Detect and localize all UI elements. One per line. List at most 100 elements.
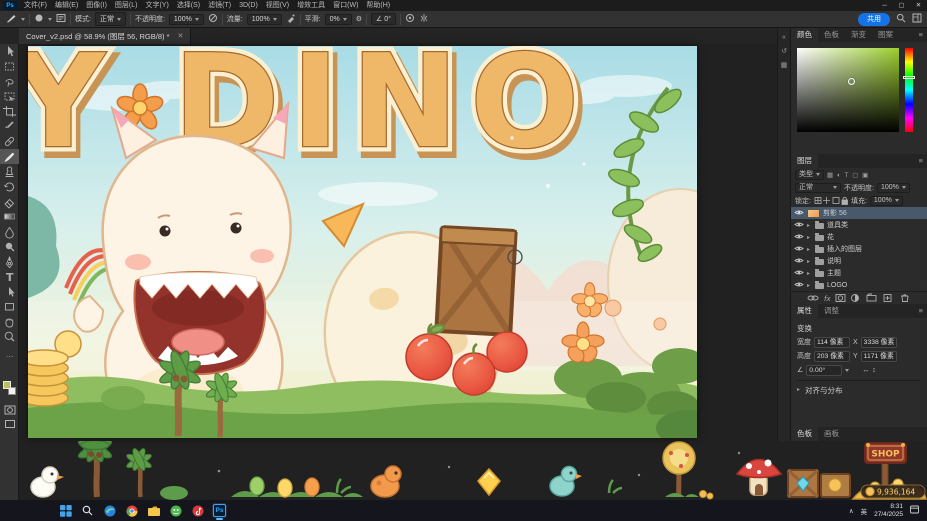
layer-group-row[interactable]: ▸ 花 bbox=[791, 231, 927, 243]
visibility-eye-icon[interactable] bbox=[794, 221, 804, 230]
asset-sprite-strip[interactable]: SHOP 9,936,164 bbox=[19, 441, 927, 500]
wechat-icon[interactable] bbox=[168, 503, 183, 518]
zoom-tool-icon[interactable] bbox=[5, 332, 14, 341]
history-panel-icon[interactable]: ↺ bbox=[778, 47, 790, 55]
layer-thumbnail[interactable] bbox=[807, 209, 820, 218]
path-selection-tool-icon[interactable] bbox=[9, 287, 15, 297]
group-expand-chevron[interactable]: ▸ bbox=[807, 246, 812, 253]
pasteboard[interactable]: Y DINO Y DINO Y DINO bbox=[19, 44, 777, 441]
input-language-indicator[interactable]: 英 bbox=[861, 506, 868, 516]
visibility-eye-icon[interactable] bbox=[794, 233, 804, 242]
menu-image[interactable]: 图像(I) bbox=[82, 0, 111, 11]
tab-patterns[interactable]: 图案 bbox=[872, 28, 899, 42]
foreground-color-swatch[interactable] bbox=[3, 381, 11, 389]
file-explorer-icon[interactable] bbox=[146, 503, 161, 518]
hue-slider-marker[interactable] bbox=[903, 76, 915, 79]
tray-chevron-icon[interactable]: ∧ bbox=[849, 507, 854, 515]
height-field[interactable]: 203 像素 bbox=[814, 351, 850, 362]
workspace-switcher-icon[interactable] bbox=[912, 13, 922, 25]
share-button[interactable]: 共用 bbox=[858, 13, 890, 26]
move-tool-icon[interactable] bbox=[8, 46, 14, 56]
smoothing-gear-icon[interactable]: ⚙ bbox=[356, 15, 362, 23]
close-button[interactable]: ✕ bbox=[910, 0, 927, 11]
history-brush-tool-icon[interactable] bbox=[4, 183, 13, 191]
x-field[interactable]: 3338 像素 bbox=[861, 337, 897, 348]
tab-properties[interactable]: 属性 bbox=[791, 304, 818, 318]
document-tab[interactable]: Cover_v2.psd @ 58.9% (图层 56, RGB/8) * ✕ bbox=[19, 28, 191, 44]
visibility-eye-icon[interactable] bbox=[794, 257, 804, 266]
layer-group-row[interactable]: ▸ LOGO bbox=[791, 279, 927, 291]
dodge-tool-icon[interactable] bbox=[6, 243, 14, 251]
align-section-chevron[interactable]: ▸ bbox=[797, 384, 802, 397]
group-expand-chevron[interactable]: ▸ bbox=[807, 258, 812, 265]
menu-plugins[interactable]: 增效工具 bbox=[293, 0, 329, 11]
flip-horizontal-icon[interactable]: ↔ bbox=[862, 367, 869, 374]
tab-gradients[interactable]: 渐变 bbox=[845, 28, 872, 42]
layer-group-row[interactable]: ▸ 说明 bbox=[791, 255, 927, 267]
menu-file[interactable]: 文件(F) bbox=[20, 0, 51, 11]
tab-swatches[interactable]: 色板 bbox=[818, 28, 845, 42]
angle-field[interactable]: 0.00° bbox=[806, 365, 842, 376]
group-expand-chevron[interactable]: ▸ bbox=[807, 234, 812, 241]
minimize-button[interactable]: ─ bbox=[876, 0, 893, 11]
photoshop-taskbar-icon[interactable]: Ps bbox=[212, 503, 227, 518]
tool-preset-icon[interactable] bbox=[5, 13, 17, 26]
object-selection-tool-icon[interactable] bbox=[5, 93, 14, 101]
airbrush-icon[interactable] bbox=[286, 13, 296, 25]
menu-window[interactable]: 窗口(W) bbox=[329, 0, 362, 11]
tab-swatches-bottom[interactable]: 色板 bbox=[791, 427, 818, 441]
group-expand-chevron[interactable]: ▸ bbox=[807, 282, 812, 289]
healing-brush-tool-icon[interactable] bbox=[5, 137, 15, 147]
edge-browser-icon[interactable] bbox=[102, 503, 117, 518]
menu-type[interactable]: 文字(Y) bbox=[141, 0, 172, 11]
taskbar-clock[interactable]: 8:31 27/4/2025 bbox=[874, 503, 903, 518]
visibility-eye-icon[interactable] bbox=[794, 269, 804, 278]
crop-tool-icon[interactable] bbox=[3, 106, 16, 117]
mode-select[interactable]: 正常 bbox=[95, 12, 126, 26]
layer-group-row[interactable]: ▸ 插入的图层 bbox=[791, 243, 927, 255]
collapse-panels-icon[interactable]: « bbox=[778, 34, 790, 41]
clone-stamp-tool-icon[interactable] bbox=[6, 167, 14, 177]
y-field[interactable]: 1171 像素 bbox=[861, 351, 897, 362]
lasso-tool-icon[interactable] bbox=[6, 80, 13, 87]
layers-footer-icons[interactable]: fx bbox=[805, 293, 923, 303]
pressure-size-icon[interactable] bbox=[405, 13, 415, 25]
notification-center-icon[interactable] bbox=[910, 505, 919, 516]
flip-vertical-icon[interactable]: ↕ bbox=[872, 367, 876, 374]
properties-panel-menu-icon[interactable]: ≡ bbox=[915, 304, 927, 318]
tab-layers[interactable]: 图层 bbox=[791, 154, 818, 168]
layers-panel-menu-icon[interactable]: ≡ bbox=[915, 154, 927, 168]
menu-view[interactable]: 视图(V) bbox=[262, 0, 293, 11]
width-field[interactable]: 114 像素 bbox=[814, 337, 850, 348]
smoothing-select[interactable]: 0% bbox=[325, 14, 352, 25]
screen-mode-icon[interactable] bbox=[0, 416, 19, 434]
chrome-browser-icon[interactable] bbox=[124, 503, 139, 518]
music-app-icon[interactable] bbox=[190, 503, 205, 518]
tab-adjustments[interactable]: 调整 bbox=[818, 304, 845, 318]
flow-select[interactable]: 100% bbox=[247, 14, 282, 25]
hand-tool-icon[interactable] bbox=[6, 319, 13, 327]
pressure-opacity-icon[interactable] bbox=[208, 13, 218, 25]
menu-edit[interactable]: 编辑(E) bbox=[51, 0, 82, 11]
group-expand-chevron[interactable]: ▸ bbox=[807, 270, 812, 277]
layer-group-row[interactable]: ▸ 主题 bbox=[791, 267, 927, 279]
tool-preset-caret[interactable] bbox=[21, 18, 25, 21]
tab-close-icon[interactable]: ✕ bbox=[178, 32, 184, 40]
search-icon[interactable] bbox=[896, 13, 906, 25]
brush-picker-caret[interactable] bbox=[48, 18, 52, 21]
edit-toolbar-icon[interactable]: … bbox=[0, 350, 19, 359]
brush-tip-icon[interactable] bbox=[34, 13, 44, 25]
hue-slider[interactable] bbox=[905, 48, 913, 132]
maximize-button[interactable]: ▢ bbox=[893, 0, 910, 11]
tab-artboards-bottom[interactable]: 画板 bbox=[818, 427, 845, 441]
blur-tool-icon[interactable] bbox=[6, 228, 14, 239]
eyedropper-tool-icon[interactable] bbox=[5, 122, 13, 128]
gradient-tool-icon[interactable] bbox=[5, 214, 15, 219]
layer-group-row[interactable]: ▸ 道具类 bbox=[791, 219, 927, 231]
menu-help[interactable]: 帮助(H) bbox=[362, 0, 394, 11]
libraries-panel-icon[interactable]: ▦ bbox=[778, 61, 790, 69]
type-tool-icon[interactable]: T bbox=[6, 271, 14, 284]
visibility-eye-icon[interactable] bbox=[794, 209, 804, 218]
brush-angle-field[interactable]: ∠ 0° bbox=[371, 13, 396, 25]
shape-tool-icon[interactable] bbox=[6, 304, 14, 311]
